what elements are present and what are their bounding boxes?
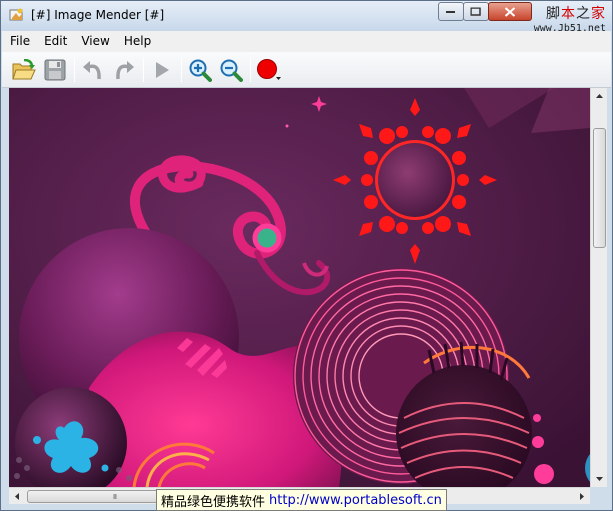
toolbar: [2, 52, 611, 88]
toolbar-separator: [143, 57, 144, 82]
color-picker-icon: [257, 58, 281, 80]
toolbar-separator: [250, 57, 251, 82]
scroll-down-arrow-icon[interactable]: [591, 470, 608, 487]
menu-file[interactable]: File: [2, 31, 37, 52]
scroll-grip: III: [112, 493, 117, 501]
app-icon: [9, 8, 23, 21]
maximize-button[interactable]: [463, 2, 489, 21]
open-icon: [12, 58, 36, 79]
run-icon: [156, 61, 169, 78]
minimize-icon: [446, 10, 455, 13]
close-button[interactable]: [488, 2, 532, 21]
save-button[interactable]: [42, 57, 68, 83]
artwork-image: [9, 88, 590, 487]
window-title: [#] Image Mender [#]: [31, 8, 165, 22]
promo-banner: 精品绿色便携软件 http://www.portablesoft.cn: [156, 489, 447, 511]
caption-buttons: [438, 2, 532, 22]
open-button[interactable]: [11, 57, 37, 83]
undo-icon: [83, 60, 101, 79]
scroll-right-arrow-icon[interactable]: [573, 488, 590, 505]
redo-button[interactable]: [111, 57, 137, 83]
save-icon: [44, 59, 66, 80]
toolbar-separator: [181, 57, 182, 82]
vertical-scrollbar[interactable]: [590, 88, 607, 487]
toolbar-separator: [74, 57, 75, 82]
menu-view[interactable]: View: [74, 31, 116, 52]
zoom-out-button[interactable]: [218, 57, 244, 83]
zoom-out-icon: [220, 59, 243, 82]
scroll-left-arrow-icon[interactable]: [9, 488, 26, 505]
image-canvas[interactable]: [9, 88, 590, 487]
run-button[interactable]: [149, 57, 175, 83]
banner-url-link[interactable]: http://www.portablesoft.cn: [269, 493, 442, 508]
app-window: [#] Image Mender [#] 脚本之家 www.Jb51.net F…: [0, 0, 613, 511]
redo-icon: [116, 60, 134, 79]
watermark-site-text: 脚本之家: [546, 6, 606, 22]
maximize-icon: [470, 7, 481, 16]
watermark: 脚本之家 www.Jb51.net: [534, 3, 606, 34]
zoom-in-button[interactable]: [187, 57, 213, 83]
undo-button[interactable]: [80, 57, 106, 83]
menu-bar: File Edit View Help: [2, 31, 611, 52]
close-icon: [504, 6, 516, 17]
title-bar[interactable]: [#] Image Mender [#] 脚本之家 www.Jb51.net: [1, 1, 612, 34]
zoom-in-icon: [189, 59, 212, 82]
scroll-up-arrow-icon[interactable]: [591, 88, 608, 105]
banner-text: 精品绿色便携软件: [161, 494, 266, 510]
vertical-scroll-thumb[interactable]: [593, 128, 606, 248]
color-picker-button[interactable]: [256, 57, 282, 83]
minimize-button[interactable]: [438, 2, 464, 21]
menu-help[interactable]: Help: [117, 31, 158, 52]
menu-edit[interactable]: Edit: [37, 31, 74, 52]
